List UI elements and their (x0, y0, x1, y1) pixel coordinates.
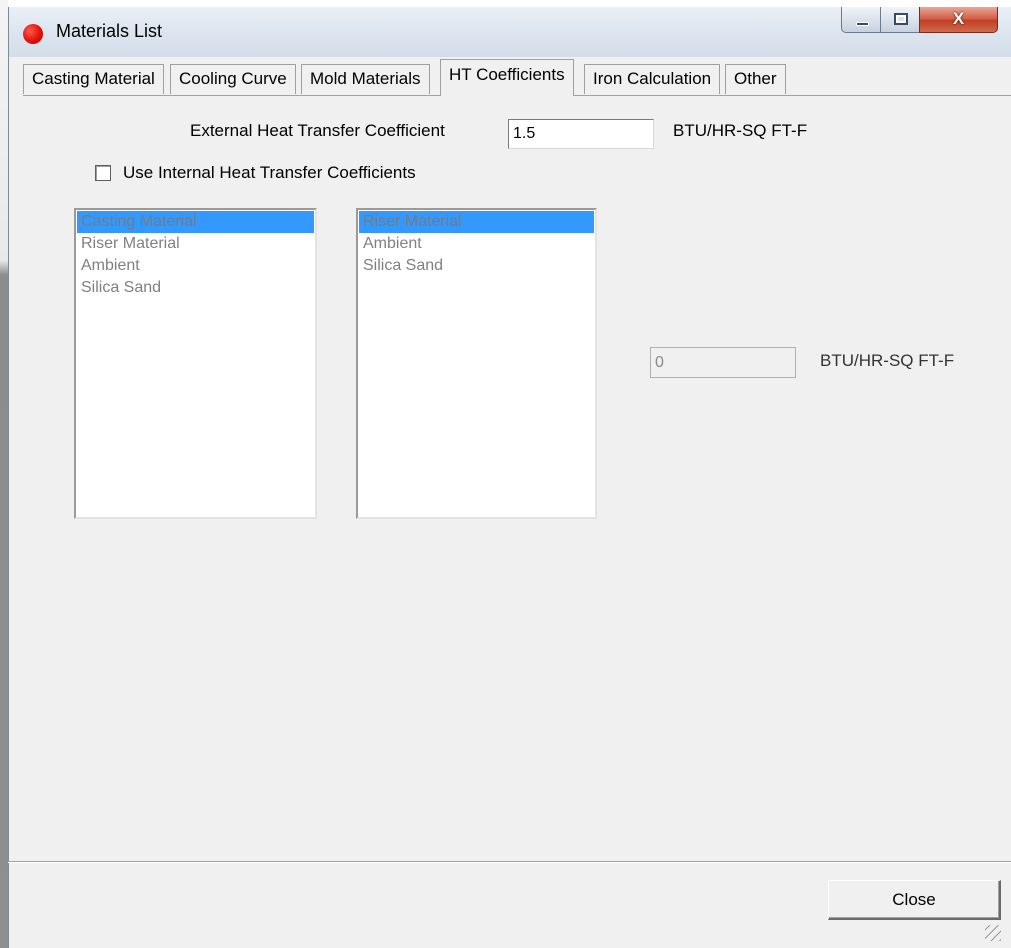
background-strip (0, 0, 8, 948)
close-icon: X (952, 9, 965, 28)
minimize-icon (856, 22, 869, 26)
external-coefficient-label: External Heat Transfer Coefficient (190, 121, 445, 140)
list-item[interactable]: Ambient (359, 233, 594, 255)
tab-strip: Casting Material Cooling Curve Mold Mate… (23, 59, 1011, 96)
use-internal-label[interactable]: Use Internal Heat Transfer Coefficients (123, 163, 416, 183)
use-internal-checkbox[interactable] (95, 165, 111, 181)
list-item[interactable]: Riser Material (359, 211, 594, 233)
list-item[interactable]: Casting Material (77, 211, 314, 233)
minimize-button[interactable] (841, 7, 881, 33)
tab-mold-materials[interactable]: Mold Materials (301, 64, 430, 94)
tab-cooling-curve[interactable]: Cooling Curve (170, 64, 296, 94)
maximize-icon (894, 13, 908, 25)
tab-other[interactable]: Other (725, 64, 786, 94)
list-item[interactable]: Silica Sand (359, 255, 594, 277)
list-item[interactable]: Silica Sand (77, 277, 314, 299)
maximize-button[interactable] (880, 7, 920, 33)
app-icon (23, 24, 43, 44)
list-item[interactable]: Ambient (77, 255, 314, 277)
external-coefficient-input[interactable] (508, 119, 654, 149)
window-close-button[interactable]: X (919, 7, 998, 33)
to-material-listbox[interactable]: Riser Material Ambient Silica Sand (356, 208, 597, 519)
internal-unit-label: BTU/HR-SQ FT-F (820, 351, 955, 370)
external-unit-label: BTU/HR-SQ FT-F (673, 121, 808, 140)
internal-coefficient-input[interactable] (650, 347, 796, 378)
window-title: Materials List (56, 21, 163, 41)
tab-ht-coefficients[interactable]: HT Coefficients (440, 59, 574, 96)
resize-grip-icon[interactable] (985, 925, 1001, 941)
from-material-listbox[interactable]: Casting Material Riser Material Ambient … (74, 208, 317, 519)
list-item[interactable]: Riser Material (77, 233, 314, 255)
close-button[interactable]: Close (828, 880, 1001, 920)
tab-iron-calculation[interactable]: Iron Calculation (584, 64, 721, 94)
footer-separator (8, 861, 1011, 863)
title-bar[interactable]: Materials List X (9, 7, 1011, 57)
tab-casting-material[interactable]: Casting Material (23, 64, 164, 94)
